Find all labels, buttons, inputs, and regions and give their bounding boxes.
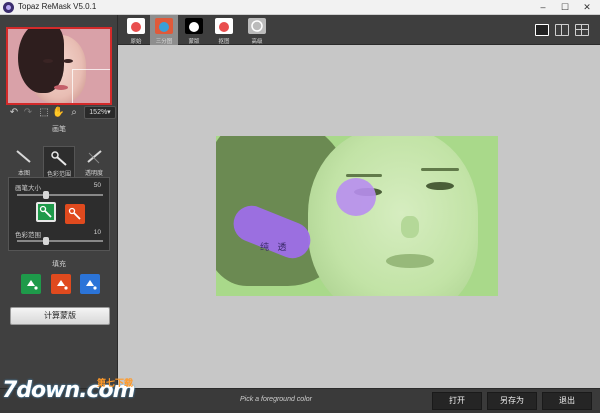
- tab-original[interactable]: 原始: [122, 15, 150, 45]
- tool-row: ↶ ↷ ⬚ ✋ ⌕ 152%▾: [6, 105, 116, 121]
- tab-color-range[interactable]: 色彩范围: [43, 146, 75, 178]
- quad-divider-v: [581, 25, 582, 35]
- selection-icon[interactable]: ⬚: [38, 107, 50, 119]
- tab-mask-label: 蒙版: [188, 39, 200, 45]
- overlay-text: 纯 透: [260, 242, 290, 252]
- brush-tabs: 本图 色彩范围 透明度: [8, 146, 110, 178]
- brush-size-slider[interactable]: [17, 191, 103, 199]
- color-range-slider[interactable]: [17, 237, 103, 245]
- brush-size-slider-knob[interactable]: [43, 191, 49, 199]
- brush-icon: [16, 150, 31, 163]
- transparency-tab-label: 透明度: [84, 171, 103, 177]
- save-as-button[interactable]: 另存为: [487, 392, 537, 410]
- brush-size-value: 50: [93, 182, 101, 189]
- navigator-view-frame[interactable]: [72, 69, 110, 103]
- color-range-label: 色彩范围: [15, 232, 41, 239]
- fill-compute-button[interactable]: [80, 274, 100, 294]
- zoom-select[interactable]: 152%▾: [84, 106, 116, 119]
- single-view-button[interactable]: [535, 24, 549, 36]
- thumbnail-eye: [63, 59, 73, 63]
- pure-region-stroke: [336, 178, 376, 216]
- quad-view-button[interactable]: [575, 24, 589, 36]
- left-panel: ↶ ↷ ⬚ ✋ ⌕ 152%▾ 画笔 本图 色彩范围 透明度 画笔大小 50 色…: [0, 15, 118, 413]
- photo-face: [308, 136, 478, 296]
- image-canvas[interactable]: 纯 透: [118, 45, 600, 388]
- navigator-thumbnail[interactable]: [6, 27, 112, 105]
- apple-red-icon: [127, 18, 145, 34]
- tab-original-label: 原始: [130, 39, 142, 45]
- spiral-icon: [248, 18, 266, 34]
- apple-cutout-icon: [215, 18, 233, 34]
- title-bar: Topaz ReMask V5.0.1 – ☐ ✕: [0, 0, 600, 15]
- redo-icon[interactable]: ↷: [22, 107, 34, 119]
- quad-divider-h: [576, 29, 588, 30]
- tab-mask[interactable]: 蒙版: [180, 15, 208, 45]
- minimize-button[interactable]: –: [532, 0, 554, 15]
- brush-size-label: 画笔大小: [15, 185, 41, 192]
- tab-transparency[interactable]: 透明度: [78, 146, 110, 178]
- zoom-icon[interactable]: ⌕: [68, 107, 80, 119]
- thumbnail-hair: [18, 29, 64, 93]
- apple-mask-icon: [185, 18, 203, 34]
- tab-advanced-label: 高级: [251, 39, 263, 45]
- split-divider: [561, 25, 562, 35]
- color-range-value: 10: [93, 229, 101, 236]
- drop-mode-button[interactable]: [65, 204, 85, 224]
- thumbnail-lips: [54, 85, 68, 90]
- maximize-button[interactable]: ☐: [554, 0, 576, 15]
- fill-keep-button[interactable]: [21, 274, 41, 294]
- keep-mode-button[interactable]: [36, 202, 56, 222]
- color-range-brush-icon: [51, 151, 67, 166]
- drop-brush-icon: [68, 207, 81, 220]
- keep-brush-icon: [39, 205, 52, 218]
- photo-brow: [346, 174, 382, 177]
- close-button[interactable]: ✕: [576, 0, 598, 15]
- bucket-keep-icon: [27, 280, 38, 290]
- tab-brush[interactable]: 本图: [8, 146, 40, 178]
- exit-button[interactable]: 退出: [542, 392, 592, 410]
- trimap-image[interactable]: 纯 透: [216, 136, 498, 296]
- undo-icon[interactable]: ↶: [8, 107, 20, 119]
- tab-cutout[interactable]: 抠图: [210, 15, 238, 45]
- compute-mask-button[interactable]: 计算蒙版: [10, 307, 110, 325]
- fill-drop-button[interactable]: [51, 274, 71, 294]
- apple-trimap-icon: [155, 18, 173, 34]
- brush-section-title: 画笔: [52, 126, 66, 133]
- split-view-button[interactable]: [555, 24, 569, 36]
- brush-tab-label: 本图: [17, 171, 30, 177]
- tab-trimap[interactable]: 三分图: [150, 15, 178, 45]
- bucket-drop-icon: [57, 280, 68, 290]
- photo-lips: [386, 254, 434, 268]
- photo-eye: [426, 182, 454, 190]
- tab-cutout-label: 抠图: [218, 39, 230, 45]
- transparency-brush-icon: [87, 150, 102, 164]
- tab-trimap-label: 三分图: [155, 39, 173, 45]
- open-button[interactable]: 打开: [432, 392, 482, 410]
- watermark: 7down.com 第七下载: [2, 372, 152, 412]
- thumbnail-eye: [43, 59, 53, 63]
- watermark-cn: 第七下载: [97, 378, 134, 388]
- status-hint: Pick a foreground color: [240, 396, 312, 403]
- photo-nose: [401, 216, 419, 238]
- app-logo-icon: [3, 2, 14, 13]
- photo-brow: [421, 168, 459, 171]
- color-range-slider-knob[interactable]: [43, 237, 49, 245]
- hand-icon[interactable]: ✋: [52, 107, 64, 119]
- tab-advanced[interactable]: 高级: [243, 15, 271, 45]
- fill-section-title: 填充: [52, 261, 66, 268]
- brush-settings-panel: 画笔大小 50 色彩范围 10: [8, 177, 110, 251]
- window-title: Topaz ReMask V5.0.1: [18, 2, 97, 11]
- view-toolbar: 原始 三分图 蒙版 抠图 高级: [118, 15, 600, 45]
- bucket-compute-icon: [86, 280, 97, 290]
